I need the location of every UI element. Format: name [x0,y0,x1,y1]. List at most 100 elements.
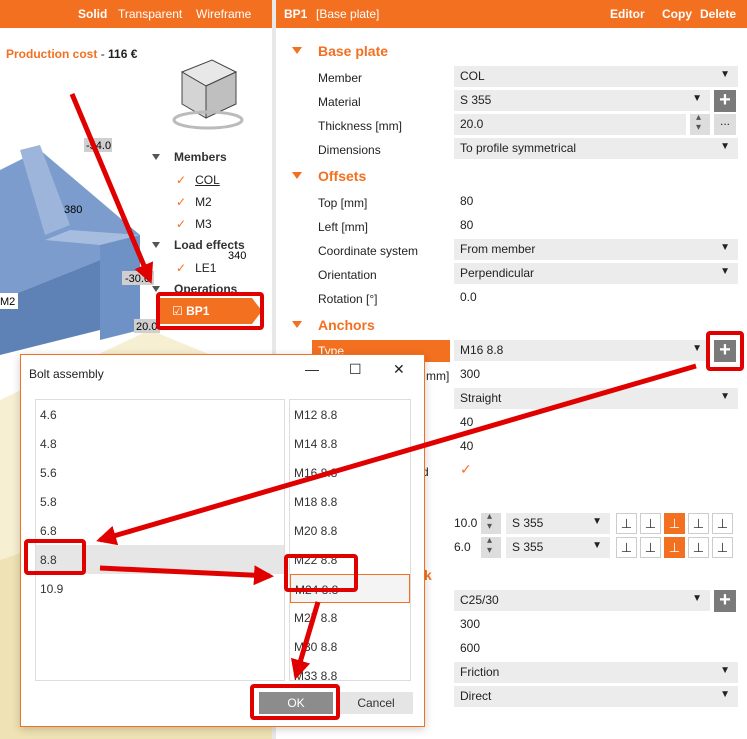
list-item[interactable]: M12 8.8 [290,400,410,429]
weld-type-icon[interactable]: ⊥ [640,537,661,558]
anchoring-type-select[interactable]: Straight ▼ [454,388,738,409]
view-wireframe-button[interactable]: Wireframe [196,7,251,21]
anchor-type-select[interactable]: M16 8.8 ▼ [454,340,710,361]
minimize-icon[interactable]: — [305,361,319,377]
weld-type-icon[interactable]: ⊥ [688,537,709,558]
concrete-offset-input[interactable]: 300 [454,614,738,635]
view-solid-button[interactable]: Solid [78,7,107,21]
dimensions-select[interactable]: To profile symmetrical ▼ [454,138,738,159]
shear-transfer-select[interactable]: Friction ▼ [454,662,738,683]
concrete-depth-input[interactable]: 600 [454,638,738,659]
list-item[interactable]: 4.8 [36,429,284,458]
section-collapse-icon[interactable] [292,172,302,179]
list-item[interactable]: 10.9 [36,574,284,603]
thickness-more-button[interactable]: ... [714,114,736,135]
list-item[interactable]: 4.6 [36,400,284,429]
top-input[interactable]: 80 [454,191,738,212]
list-item[interactable]: M33 8.8 [290,661,410,680]
material-select[interactable]: S 355 ▼ [454,90,710,111]
loads-collapse-icon[interactable] [152,242,160,248]
list-item-highlighted[interactable]: M24 8.8 [290,574,410,603]
weld-2-material-select[interactable]: S 355 ▼ [506,537,610,558]
operations-collapse-icon[interactable] [152,286,160,292]
section-collapse-icon[interactable] [292,321,302,328]
weld-type-icon[interactable]: ⊥ [664,537,685,558]
close-icon[interactable]: ✕ [393,361,405,378]
tree-load-le1[interactable]: ✓ LE1 [176,261,216,275]
dropdown-arrow-icon: ▼ [720,391,730,402]
operations-heading: Operations [174,282,238,296]
bolt-size-list[interactable]: M12 8.8 M14 8.8 M16 8.8 M18 8.8 M20 8.8 … [289,399,411,681]
add-material-icon[interactable]: + [714,90,736,112]
dim-label: 380 [64,204,82,216]
list-item[interactable]: 5.8 [36,487,284,516]
weld-1-material-select[interactable]: S 355 ▼ [506,513,610,534]
delete-button[interactable]: Delete [700,7,736,21]
weld-type-icon[interactable]: ⊥ [640,513,661,534]
list-item[interactable]: 6.8 [36,516,284,545]
list-item[interactable]: M16 8.8 [290,458,410,487]
coordinate-system-select[interactable]: From member ▼ [454,239,738,260]
weld-1-size[interactable]: 10.0 [454,516,477,530]
weld-type-icon[interactable]: ⊥ [712,513,733,534]
dropdown-arrow-icon: ▼ [720,665,730,676]
operation-name: [Base plate] [316,7,380,21]
copy-button[interactable]: Copy [662,7,692,21]
dropdown-arrow-icon: ▼ [720,141,730,152]
weld-type-icon[interactable]: ⊥ [616,537,637,558]
tree-member-m3[interactable]: ✓ M3 [176,217,212,231]
list-item[interactable]: M20 8.8 [290,516,410,545]
weld-1-type-group: ⊥ ⊥ ⊥ ⊥ ⊥ [616,513,733,534]
mortar-joint-select[interactable]: Direct ▼ [454,686,738,707]
maximize-icon[interactable]: ☐ [349,361,362,378]
member-select[interactable]: COL ▼ [454,66,738,87]
anchor-length-input[interactable]: 300 [454,364,738,385]
check-icon[interactable]: ✓ [176,217,186,231]
list-item[interactable]: 5.6 [36,458,284,487]
top-label: Top [mm] [318,196,368,210]
thickness-input[interactable]: 20.0 [454,114,686,135]
dropdown-arrow-icon: ▼ [592,540,602,551]
rotation-input[interactable]: 0.0 [454,287,738,308]
tree-member-m2[interactable]: ✓ M2 [176,195,212,209]
list-item[interactable]: M22 8.8 [290,545,410,574]
weld-1-stepper[interactable] [481,511,501,534]
concrete-material-select[interactable]: C25/30 ▼ [454,590,710,611]
list-item[interactable]: M14 8.8 [290,429,410,458]
check-icon[interactable]: ✓ [176,261,186,275]
rotation-label: Rotation [°] [318,292,378,306]
anchor-offset-1-input[interactable]: 40 [454,412,738,433]
members-collapse-icon[interactable] [152,154,160,160]
check-icon[interactable]: ✓ [176,173,186,187]
weld-2-stepper[interactable] [481,535,501,558]
anchor-option-check-icon[interactable]: ✓ [460,461,472,478]
left-input[interactable]: 80 [454,215,738,236]
tree-member-col[interactable]: ✓ COL [176,173,220,187]
ok-button[interactable]: OK [259,692,333,714]
view-cube-icon[interactable] [172,59,244,130]
view-transparent-button[interactable]: Transparent [118,7,182,21]
weld-type-icon[interactable]: ⊥ [688,513,709,534]
list-item[interactable]: M18 8.8 [290,487,410,516]
list-item[interactable]: M27 8.8 [290,603,410,632]
thickness-stepper[interactable] [690,112,710,135]
orientation-select[interactable]: Perpendicular ▼ [454,263,738,284]
operation-bp1[interactable]: ☑ BP1 [160,298,262,324]
weld-2-size[interactable]: 6.0 [454,540,471,554]
member-label: Member [318,71,363,85]
weld-type-icon[interactable]: ⊥ [712,537,733,558]
check-icon[interactable]: ✓ [176,195,186,209]
weld-type-icon[interactable]: ⊥ [616,513,637,534]
add-concrete-material-icon[interactable]: + [714,590,736,612]
editor-button[interactable]: Editor [610,7,645,21]
list-item[interactable]: M30 8.8 [290,632,410,661]
bolt-grade-list[interactable]: 4.6 4.8 5.6 5.8 6.8 8.8 10.9 [35,399,285,681]
dropdown-arrow-icon: ▼ [720,266,730,277]
list-item-selected[interactable]: 8.8 [36,545,284,574]
weld-type-icon[interactable]: ⊥ [664,513,685,534]
check-icon[interactable]: ☑ [172,304,183,318]
section-collapse-icon[interactable] [292,47,302,54]
cancel-button[interactable]: Cancel [339,692,413,714]
anchor-offset-2-input[interactable]: 40 [454,436,738,457]
add-bolt-assembly-icon[interactable]: + [714,340,736,362]
